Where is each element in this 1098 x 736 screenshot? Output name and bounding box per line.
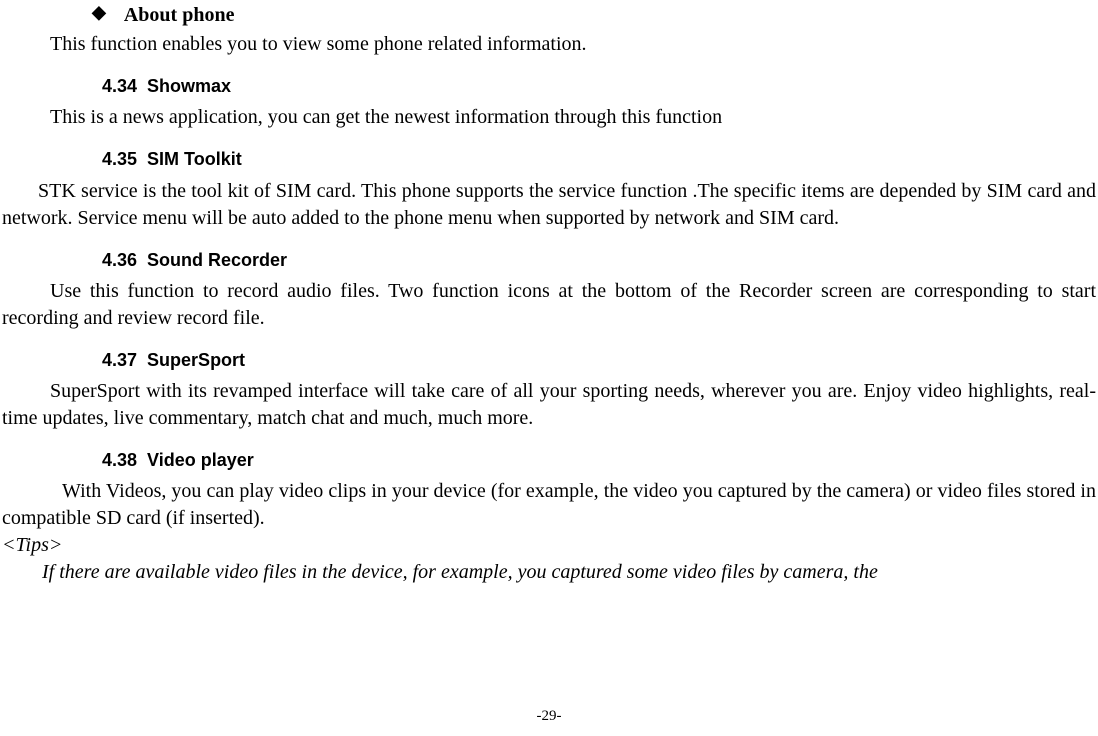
body-435: STK service is the tool kit of SIM card.… xyxy=(2,178,1096,232)
heading-title: Sound Recorder xyxy=(147,250,287,270)
heading-434: 4.34 Showmax xyxy=(102,74,1096,98)
page-number: -29- xyxy=(0,706,1098,726)
document-page: ◆ About phone This function enables you … xyxy=(0,0,1098,586)
heading-number: 4.36 xyxy=(102,250,137,270)
heading-435: 4.35 SIM Toolkit xyxy=(102,147,1096,171)
heading-number: 4.34 xyxy=(102,76,137,96)
bullet-about-phone: ◆ About phone xyxy=(92,0,1096,29)
heading-title: Video player xyxy=(147,450,254,470)
heading-number: 4.35 xyxy=(102,149,137,169)
body-436: Use this function to record audio files.… xyxy=(2,278,1096,332)
tips-body: If there are available video files in th… xyxy=(2,559,1096,586)
heading-number: 4.38 xyxy=(102,450,137,470)
tips-label: <Tips> xyxy=(2,532,1096,559)
heading-437: 4.37 SuperSport xyxy=(102,348,1096,372)
heading-number: 4.37 xyxy=(102,350,137,370)
body-438: With Videos, you can play video clips in… xyxy=(2,478,1096,532)
diamond-bullet-icon: ◆ xyxy=(92,2,106,24)
heading-title: Showmax xyxy=(147,76,231,96)
intro-paragraph: This function enables you to view some p… xyxy=(50,31,1096,58)
body-434: This is a news application, you can get … xyxy=(50,104,1096,131)
heading-title: SIM Toolkit xyxy=(147,149,242,169)
heading-436: 4.36 Sound Recorder xyxy=(102,248,1096,272)
bullet-label: About phone xyxy=(124,2,235,29)
heading-title: SuperSport xyxy=(147,350,245,370)
body-437: SuperSport with its revamped interface w… xyxy=(2,378,1096,432)
heading-438: 4.38 Video player xyxy=(102,448,1096,472)
